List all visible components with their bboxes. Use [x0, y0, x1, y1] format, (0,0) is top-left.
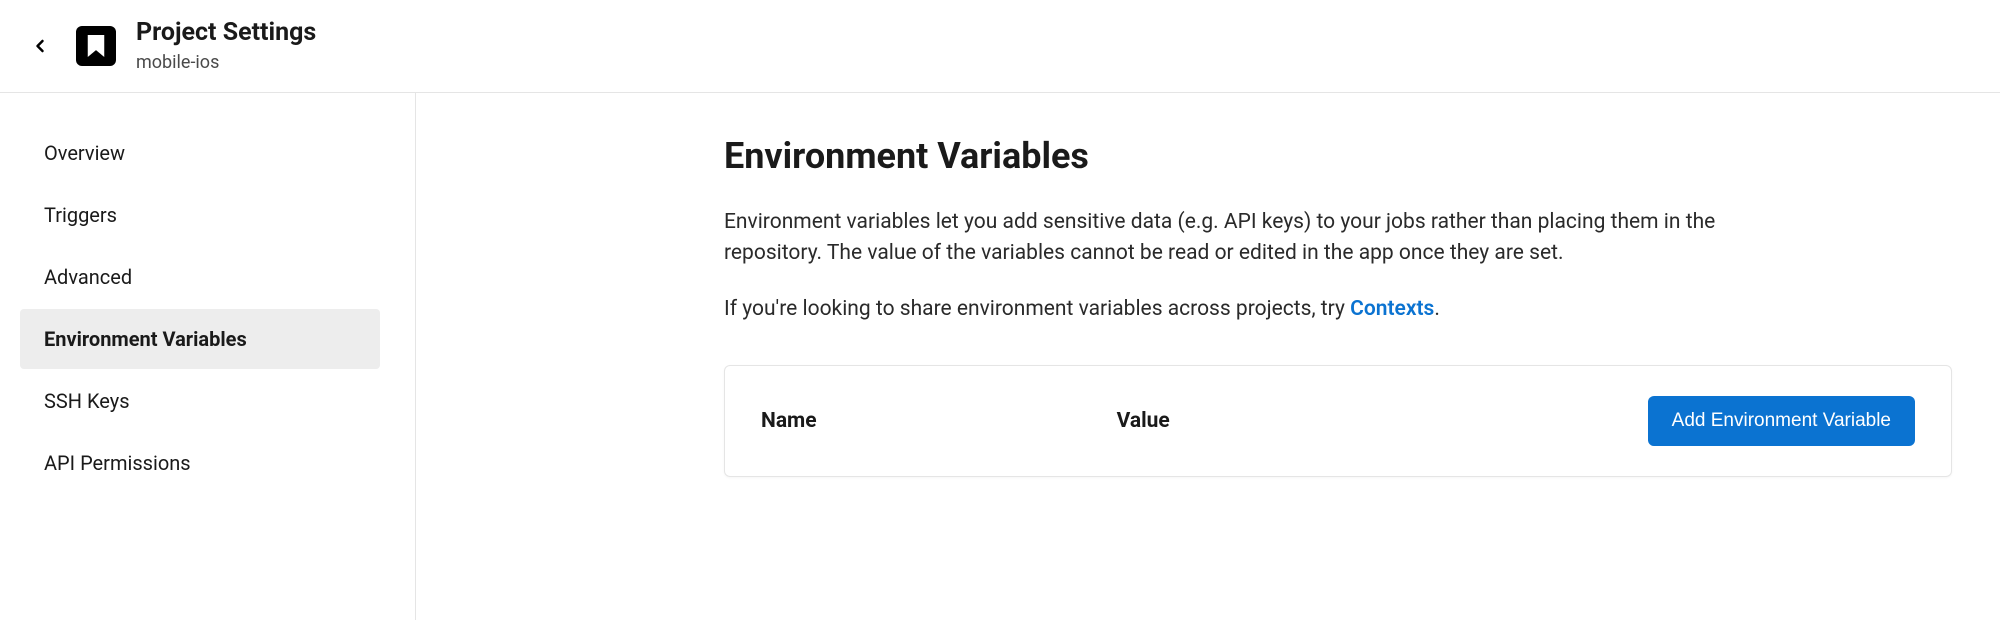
contexts-prefix: If you're looking to share environment v…: [724, 297, 1350, 321]
chevron-left-icon: [30, 36, 50, 56]
sidebar-item-api-permissions[interactable]: API Permissions: [20, 433, 380, 493]
sidebar-item-label: Overview: [44, 141, 125, 165]
table-header: Name Value Add Environment Variable: [761, 396, 1915, 446]
sidebar: Overview Triggers Advanced Environment V…: [0, 93, 416, 620]
contexts-link[interactable]: Contexts: [1350, 297, 1434, 321]
sidebar-item-label: API Permissions: [44, 451, 191, 475]
main-content: Environment Variables Environment variab…: [416, 93, 2000, 620]
content-area: Overview Triggers Advanced Environment V…: [0, 93, 2000, 620]
section-title: Environment Variables: [724, 135, 1952, 177]
column-header-value: Value: [1117, 409, 1170, 433]
sidebar-item-label: Triggers: [44, 203, 117, 227]
sidebar-item-advanced[interactable]: Advanced: [20, 247, 380, 307]
sidebar-item-environment-variables[interactable]: Environment Variables: [20, 309, 380, 369]
header-text: Project Settings mobile-ios: [136, 18, 316, 74]
bookmark-icon: [87, 35, 105, 57]
project-name: mobile-ios: [136, 52, 316, 74]
contexts-hint: If you're looking to share environment v…: [724, 294, 1952, 326]
sidebar-item-overview[interactable]: Overview: [20, 123, 380, 183]
back-button[interactable]: [24, 30, 56, 62]
project-icon: [76, 26, 116, 66]
column-header-name: Name: [761, 409, 817, 433]
table-columns: Name Value: [761, 409, 1170, 433]
sidebar-item-label: Advanced: [44, 265, 132, 289]
page-title: Project Settings: [136, 18, 316, 48]
add-environment-variable-button[interactable]: Add Environment Variable: [1648, 396, 1915, 446]
sidebar-item-label: SSH Keys: [44, 389, 130, 413]
sidebar-item-ssh-keys[interactable]: SSH Keys: [20, 371, 380, 431]
page-header: Project Settings mobile-ios: [0, 0, 2000, 93]
contexts-suffix: .: [1434, 297, 1440, 321]
section-description: Environment variables let you add sensit…: [724, 207, 1724, 270]
env-var-table-card: Name Value Add Environment Variable: [724, 365, 1952, 477]
sidebar-item-triggers[interactable]: Triggers: [20, 185, 380, 245]
sidebar-item-label: Environment Variables: [44, 327, 247, 351]
